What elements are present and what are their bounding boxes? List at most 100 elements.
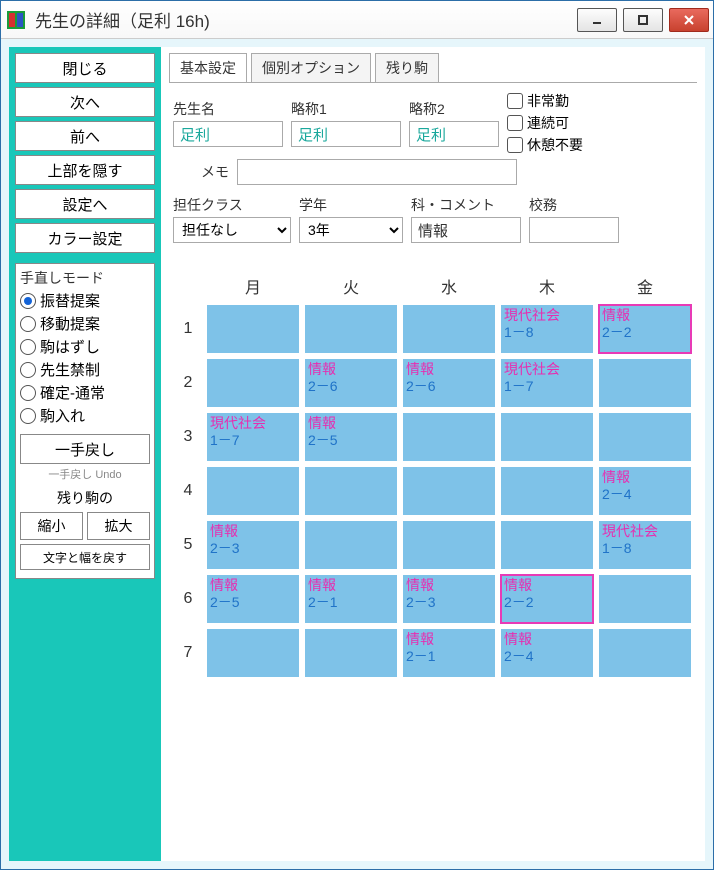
memo-label: メモ xyxy=(173,162,229,182)
cell-subject: 現代社会 xyxy=(504,307,590,324)
abbr2-input[interactable] xyxy=(409,121,499,147)
timetable-cell[interactable]: 情報2－1 xyxy=(305,575,397,623)
tab-0[interactable]: 基本設定 xyxy=(169,53,247,82)
timetable-cell[interactable]: 情報2－4 xyxy=(599,467,691,515)
zoom-in-button[interactable]: 拡大 xyxy=(87,512,150,540)
timetable-cell[interactable]: 情報2－2 xyxy=(501,575,593,623)
timetable-cell[interactable] xyxy=(207,359,299,407)
nav-button-2[interactable]: 前へ xyxy=(15,121,155,151)
timetable-cell[interactable] xyxy=(305,305,397,353)
cell-class: 2－5 xyxy=(210,594,296,611)
timetable-cell[interactable]: 情報2－4 xyxy=(501,629,593,677)
nav-button-1[interactable]: 次へ xyxy=(15,87,155,117)
timetable-cell[interactable] xyxy=(599,575,691,623)
day-header: 月 xyxy=(207,273,299,299)
period-header: 2 xyxy=(175,359,201,407)
sidebar: 閉じる次へ前へ上部を隠す設定へカラー設定 手直しモード 振替提案移動提案駒はずし… xyxy=(9,47,161,861)
timetable-cell[interactable] xyxy=(403,467,495,515)
cell-subject: 情報 xyxy=(406,577,492,594)
undo-button[interactable]: 一手戻し xyxy=(20,434,150,464)
timetable: 月火水木金1現代社会1－8情報2－22情報2－6情報2－6現代社会1－73現代社… xyxy=(169,267,697,855)
grade-label: 学年 xyxy=(299,195,403,215)
timetable-cell[interactable] xyxy=(501,413,593,461)
period-header: 1 xyxy=(175,305,201,353)
cell-class: 2－3 xyxy=(406,594,492,611)
timetable-cell[interactable] xyxy=(599,413,691,461)
cell-subject: 情報 xyxy=(602,307,688,324)
mode-radio-2[interactable]: 駒はずし xyxy=(20,336,150,357)
close-button[interactable] xyxy=(669,8,709,32)
timetable-cell[interactable]: 情報2－6 xyxy=(403,359,495,407)
timetable-cell[interactable] xyxy=(207,629,299,677)
cell-subject: 現代社会 xyxy=(504,361,590,378)
mode-radio-3[interactable]: 先生禁制 xyxy=(20,359,150,380)
cell-class: 2－4 xyxy=(602,486,688,503)
cell-class: 2－5 xyxy=(308,432,394,449)
window: 先生の詳細（足利 16h) 閉じる次へ前へ上部を隠す設定へカラー設定 手直しモー… xyxy=(0,0,714,870)
grade-select[interactable]: 3年 xyxy=(299,217,403,243)
cell-class: 1－7 xyxy=(504,378,590,395)
nav-button-0[interactable]: 閉じる xyxy=(15,53,155,83)
nav-button-3[interactable]: 上部を隠す xyxy=(15,155,155,185)
timetable-cell[interactable] xyxy=(599,629,691,677)
mode-radio-4[interactable]: 確定-通常 xyxy=(20,382,150,403)
timetable-cell[interactable] xyxy=(305,629,397,677)
cell-subject: 情報 xyxy=(308,415,394,432)
timetable-cell[interactable]: 情報2－2 xyxy=(599,305,691,353)
day-header: 水 xyxy=(403,273,495,299)
cell-class: 1－7 xyxy=(210,432,296,449)
name-label: 先生名 xyxy=(173,99,283,119)
timetable-cell[interactable]: 情報2－3 xyxy=(207,521,299,569)
cell-subject: 情報 xyxy=(406,361,492,378)
timetable-cell[interactable]: 情報2－5 xyxy=(207,575,299,623)
timetable-cell[interactable]: 現代社会1－7 xyxy=(207,413,299,461)
timetable-cell[interactable] xyxy=(403,305,495,353)
cell-subject: 情報 xyxy=(602,469,688,486)
mode-radio-1[interactable]: 移動提案 xyxy=(20,313,150,334)
subject-input[interactable] xyxy=(411,217,521,243)
nav-button-5[interactable]: カラー設定 xyxy=(15,223,155,253)
cell-subject: 情報 xyxy=(504,631,590,648)
timetable-cell[interactable]: 情報2－1 xyxy=(403,629,495,677)
timetable-cell[interactable]: 現代社会1－8 xyxy=(501,305,593,353)
duty-input[interactable] xyxy=(529,217,619,243)
cell-class: 2－6 xyxy=(308,378,394,395)
parttime-checkbox[interactable]: 非常勤 xyxy=(507,91,583,111)
mode-radio-5[interactable]: 駒入れ xyxy=(20,405,150,426)
tab-1[interactable]: 個別オプション xyxy=(251,53,371,82)
zoom-out-button[interactable]: 縮小 xyxy=(20,512,83,540)
mode-radio-0[interactable]: 振替提案 xyxy=(20,290,150,311)
remaining-koma-title: 残り駒の xyxy=(20,488,150,508)
timetable-cell[interactable] xyxy=(599,359,691,407)
day-header: 金 xyxy=(599,273,691,299)
timetable-cell[interactable] xyxy=(305,521,397,569)
timetable-cell[interactable] xyxy=(207,467,299,515)
cell-class: 1－8 xyxy=(504,324,590,341)
nav-button-4[interactable]: 設定へ xyxy=(15,189,155,219)
maximize-button[interactable] xyxy=(623,8,663,32)
tab-2[interactable]: 残り駒 xyxy=(375,53,439,82)
timetable-cell[interactable] xyxy=(501,521,593,569)
timetable-cell[interactable]: 情報2－6 xyxy=(305,359,397,407)
period-header: 3 xyxy=(175,413,201,461)
abbr1-input[interactable] xyxy=(291,121,401,147)
timetable-cell[interactable]: 情報2－3 xyxy=(403,575,495,623)
timetable-cell[interactable] xyxy=(501,467,593,515)
timetable-cell[interactable] xyxy=(403,413,495,461)
form: 先生名 略称1 略称2 非常勤 連続可 休憩不要 メモ xyxy=(169,83,697,247)
consecutive-checkbox[interactable]: 連続可 xyxy=(507,113,583,133)
timetable-cell[interactable] xyxy=(305,467,397,515)
day-header: 火 xyxy=(305,273,397,299)
timetable-cell[interactable]: 現代社会1－7 xyxy=(501,359,593,407)
timetable-cell[interactable]: 情報2－5 xyxy=(305,413,397,461)
nobreak-checkbox[interactable]: 休憩不要 xyxy=(507,135,583,155)
memo-input[interactable] xyxy=(237,159,517,185)
class-select[interactable]: 担任なし xyxy=(173,217,291,243)
reset-width-button[interactable]: 文字と幅を戻す xyxy=(20,544,150,570)
name-input[interactable] xyxy=(173,121,283,147)
timetable-cell[interactable]: 現代社会1－8 xyxy=(599,521,691,569)
timetable-cell[interactable] xyxy=(403,521,495,569)
timetable-cell[interactable] xyxy=(207,305,299,353)
minimize-button[interactable] xyxy=(577,8,617,32)
window-buttons xyxy=(577,8,709,32)
